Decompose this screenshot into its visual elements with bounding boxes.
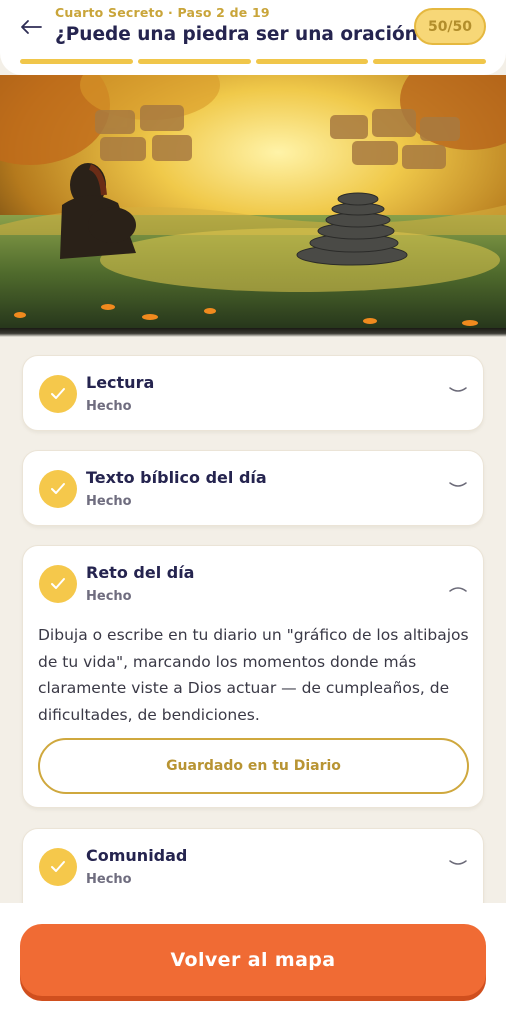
section-status: Hecho bbox=[86, 589, 132, 604]
section-card-reto-del-dia[interactable]: Reto del día Hecho Dibuja o escribe en t… bbox=[22, 545, 484, 808]
page-title: ¿Puede una piedra ser una oración? bbox=[55, 24, 429, 45]
section-title: Lectura bbox=[86, 373, 155, 392]
check-circle-icon bbox=[39, 470, 77, 508]
progress-segment bbox=[373, 59, 486, 64]
section-title: Comunidad bbox=[86, 846, 188, 865]
progress-segment bbox=[137, 59, 251, 64]
back-arrow-icon bbox=[21, 20, 42, 34]
section-status: Hecho bbox=[86, 872, 132, 887]
progress-segment bbox=[20, 59, 133, 64]
challenge-description: Dibuja o escribe en tu diario un "gráfic… bbox=[38, 626, 469, 724]
progress-segment bbox=[255, 59, 369, 64]
saved-to-journal-button[interactable]: Guardado en tu Diario bbox=[38, 738, 469, 794]
chevron-up-icon[interactable] bbox=[447, 582, 469, 596]
check-circle-icon bbox=[39, 375, 77, 413]
section-card-texto-biblico[interactable]: Texto bíblico del día Hecho bbox=[22, 450, 484, 526]
bottom-action-bar: Volver al mapa bbox=[0, 903, 506, 1016]
top-header: Cuarto Secreto · Paso 2 de 19 ¿Puede una… bbox=[0, 0, 506, 75]
back-to-map-button[interactable]: Volver al mapa bbox=[20, 924, 486, 996]
section-title: Reto del día bbox=[86, 563, 195, 582]
section-title: Texto bíblico del día bbox=[86, 468, 267, 487]
check-circle-icon bbox=[39, 565, 77, 603]
hero-bottom-edge bbox=[0, 328, 506, 337]
hero-illustration bbox=[0, 75, 506, 333]
section-card-lectura[interactable]: Lectura Hecho bbox=[22, 355, 484, 431]
step-kicker: Cuarto Secreto · Paso 2 de 19 bbox=[55, 5, 270, 20]
step-progress-bar bbox=[20, 59, 486, 64]
back-button[interactable] bbox=[14, 10, 48, 44]
section-status: Hecho bbox=[86, 399, 132, 414]
chevron-down-icon[interactable] bbox=[447, 856, 469, 870]
stone-cairn-illustration bbox=[0, 75, 506, 333]
score-badge: 50/50 bbox=[414, 8, 486, 45]
check-circle-icon bbox=[39, 848, 77, 886]
section-status: Hecho bbox=[86, 494, 132, 509]
chevron-down-icon[interactable] bbox=[447, 478, 469, 492]
chevron-down-icon[interactable] bbox=[447, 383, 469, 397]
